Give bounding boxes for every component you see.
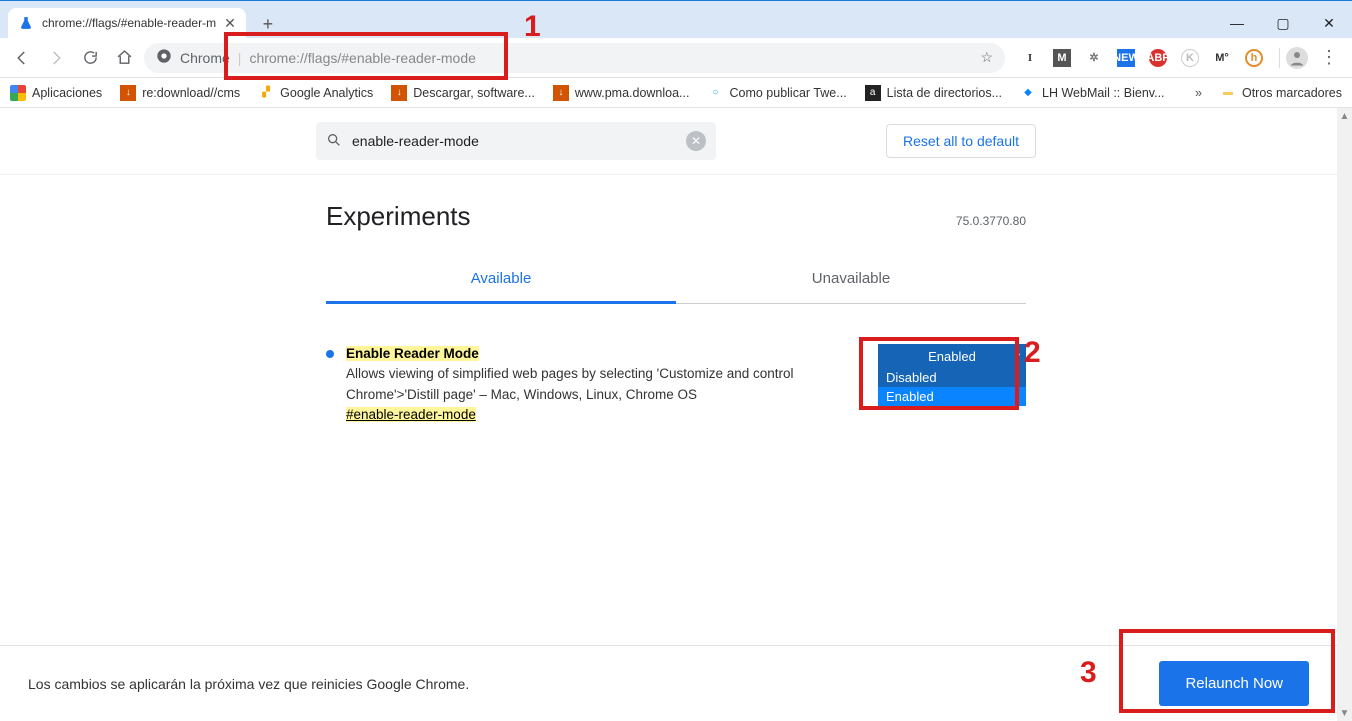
bookmark-item[interactable]: ↓Descargar, software... bbox=[391, 85, 535, 101]
search-icon bbox=[326, 132, 342, 151]
bookmark-item[interactable]: ○Como publicar Twe... bbox=[707, 85, 846, 101]
back-button[interactable] bbox=[8, 44, 36, 72]
relaunch-button[interactable]: Relaunch Now bbox=[1159, 661, 1309, 706]
menu-button[interactable]: ⋮ bbox=[1314, 47, 1344, 68]
address-bar[interactable]: Chrome | chrome://flags/#enable-reader-m… bbox=[144, 43, 1005, 73]
scroll-up-icon[interactable]: ▲ bbox=[1337, 108, 1352, 124]
other-bookmarks[interactable]: ▬Otros marcadores bbox=[1220, 85, 1342, 101]
profile-avatar[interactable] bbox=[1286, 47, 1308, 69]
relaunch-bar: Los cambios se aplicarán la próxima vez … bbox=[0, 645, 1337, 721]
flag-row: Enable Reader Mode Allows viewing of sim… bbox=[326, 344, 1026, 425]
flag-search-input[interactable]: enable-reader-mode ✕ bbox=[316, 122, 716, 160]
flag-hash-link[interactable]: #enable-reader-mode bbox=[346, 407, 476, 422]
bookmark-item[interactable]: ▞Google Analytics bbox=[258, 85, 373, 101]
home-button[interactable] bbox=[110, 44, 138, 72]
bookmark-item[interactable]: ↓re:download//cms bbox=[120, 85, 240, 101]
url-text: chrome://flags/#enable-reader-mode bbox=[249, 50, 475, 66]
bookmark-apps[interactable]: Aplicaciones bbox=[10, 85, 102, 101]
ext-abp-icon[interactable]: ABP bbox=[1149, 49, 1167, 67]
flag-title: Enable Reader Mode bbox=[346, 346, 479, 361]
ext-new-icon[interactable]: NEW bbox=[1117, 49, 1135, 67]
browser-tab[interactable]: chrome://flags/#enable-reader-m ✕ bbox=[8, 8, 246, 38]
ext-gear-icon[interactable]: ✲ bbox=[1085, 49, 1103, 67]
search-value: enable-reader-mode bbox=[352, 133, 479, 149]
toolbar: Chrome | chrome://flags/#enable-reader-m… bbox=[0, 38, 1352, 78]
tab-unavailable[interactable]: Unavailable bbox=[676, 256, 1026, 303]
ext-m-icon[interactable]: M° bbox=[1213, 49, 1231, 67]
new-tab-button[interactable]: + bbox=[254, 10, 282, 38]
minimize-button[interactable]: — bbox=[1214, 8, 1260, 38]
bookmark-item[interactable]: ↓www.pma.downloa... bbox=[553, 85, 690, 101]
bookmarks-bar: Aplicaciones ↓re:download//cms ▞Google A… bbox=[0, 78, 1352, 108]
bookmark-overflow[interactable]: » bbox=[1195, 86, 1202, 100]
dropdown-option-enabled[interactable]: Enabled bbox=[878, 387, 1026, 406]
tab-strip: chrome://flags/#enable-reader-m ✕ + — ▢ … bbox=[0, 8, 1352, 38]
ext-gmail-icon[interactable]: M bbox=[1053, 49, 1071, 67]
tab-available[interactable]: Available bbox=[326, 256, 676, 304]
forward-button[interactable] bbox=[42, 44, 70, 72]
bookmark-item[interactable]: ◆LH WebMail :: Bienv... bbox=[1020, 85, 1165, 101]
tab-title: chrome://flags/#enable-reader-m bbox=[42, 16, 216, 30]
bookmark-item[interactable]: aLista de directorios... bbox=[865, 85, 1002, 101]
version-label: 75.0.3770.80 bbox=[956, 214, 1026, 228]
flag-indicator-icon bbox=[326, 350, 334, 358]
dropdown-option-disabled[interactable]: Disabled bbox=[878, 368, 1026, 387]
ext-instapaper-icon[interactable]: I bbox=[1021, 49, 1039, 67]
close-tab-icon[interactable]: ✕ bbox=[224, 15, 236, 32]
maximize-button[interactable]: ▢ bbox=[1260, 8, 1306, 38]
reset-all-button[interactable]: Reset all to default bbox=[886, 124, 1036, 158]
chrome-icon bbox=[156, 48, 172, 67]
window-close-button[interactable]: ✕ bbox=[1306, 8, 1352, 38]
relaunch-message: Los cambios se aplicarán la próxima vez … bbox=[28, 676, 469, 692]
flag-description: Allows viewing of simplified web pages b… bbox=[346, 366, 794, 401]
dropdown-selected[interactable]: Enabled bbox=[878, 344, 1026, 368]
clear-search-icon[interactable]: ✕ bbox=[686, 131, 706, 151]
url-prefix: Chrome bbox=[180, 50, 230, 66]
ext-k-icon[interactable]: K bbox=[1181, 49, 1199, 67]
bookmark-star-icon[interactable]: ☆ bbox=[980, 49, 993, 66]
ext-h-icon[interactable]: h bbox=[1245, 49, 1263, 67]
flag-dropdown[interactable]: Enabled Disabled Enabled bbox=[878, 344, 1026, 406]
flask-icon bbox=[18, 15, 34, 31]
scroll-down-icon[interactable]: ▼ bbox=[1337, 705, 1352, 721]
vertical-scrollbar[interactable]: ▲ ▼ bbox=[1337, 108, 1352, 721]
page-title: Experiments bbox=[326, 201, 471, 232]
reload-button[interactable] bbox=[76, 44, 104, 72]
